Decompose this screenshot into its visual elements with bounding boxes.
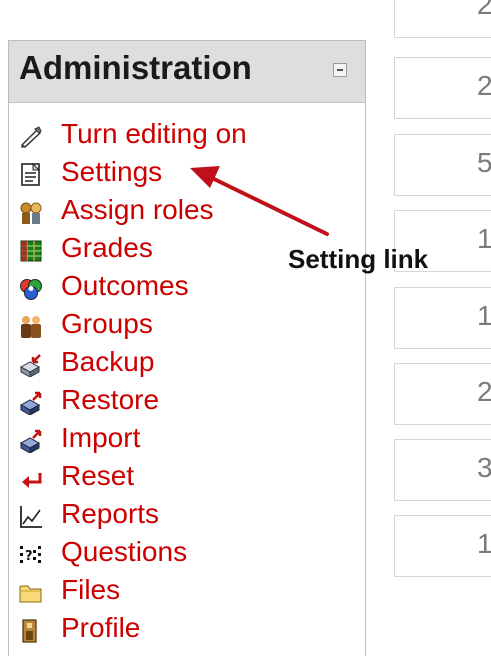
outcomes-icon — [20, 279, 42, 300]
numeric-field[interactable]: 2 — [394, 0, 491, 38]
administration-block: Administration Turn editing on Settings … — [8, 40, 366, 656]
folder-icon — [19, 585, 42, 603]
menu-item-label: Import — [61, 422, 141, 453]
menu-item-label: Reports — [61, 498, 160, 529]
menu-item-label: Turn editing on — [61, 118, 247, 149]
svg-text:?: ? — [25, 549, 33, 564]
profile-icon — [22, 619, 37, 643]
numeric-field-value: 5 — [477, 147, 491, 178]
groups-icon — [21, 316, 41, 338]
numeric-field-value: 1 — [477, 300, 491, 331]
menu-item-label: Outcomes — [61, 270, 189, 301]
roles-icon — [20, 202, 42, 224]
collapse-icon[interactable] — [333, 63, 347, 77]
annotation-label: Setting link — [288, 244, 429, 274]
numeric-field[interactable]: 1 — [394, 287, 491, 349]
numeric-field-value: 1 — [477, 528, 491, 559]
reports-icon — [20, 506, 42, 528]
menu-item-label: Backup — [61, 346, 155, 377]
block-title: Administration — [19, 49, 252, 86]
menu-item-label: Reset — [61, 460, 135, 491]
menu-item-label: Settings — [61, 156, 163, 187]
numeric-field-value: 1 — [477, 223, 491, 254]
numeric-field[interactable]: 1 — [394, 515, 491, 577]
numeric-field[interactable]: 2 — [394, 57, 491, 119]
menu-item-label: Questions — [61, 536, 188, 567]
reset-icon — [22, 473, 42, 488]
page: 2 2 5 1 1 2 3 1 Administration Turn edit… — [0, 0, 491, 656]
menu-item-label: Restore — [61, 384, 160, 415]
menu-item-label: Files — [61, 574, 121, 605]
restore-icon — [19, 391, 42, 415]
grades-icon — [20, 240, 42, 262]
menu-item-label: Assign roles — [61, 194, 214, 225]
numeric-field-value: 2 — [477, 70, 491, 101]
numeric-field-column: 2 2 5 1 1 2 3 1 — [394, 0, 491, 656]
administration-header: Administration — [9, 41, 365, 103]
numeric-field-value: 2 — [477, 376, 491, 407]
menu-item-label: Profile — [61, 612, 141, 643]
edit-icon — [20, 126, 42, 148]
numeric-field[interactable]: 5 — [394, 134, 491, 196]
settings-icon — [21, 163, 41, 186]
numeric-field[interactable]: 3 — [394, 439, 491, 501]
numeric-field-value: 2 — [477, 0, 491, 20]
menu-item-label: Groups — [61, 308, 153, 339]
backup-icon — [19, 354, 41, 377]
questions-icon: ? — [20, 546, 41, 564]
numeric-field-value: 3 — [477, 452, 491, 483]
menu-item-label: Grades — [61, 232, 153, 263]
import-icon — [19, 429, 42, 453]
numeric-field[interactable]: 2 — [394, 363, 491, 425]
